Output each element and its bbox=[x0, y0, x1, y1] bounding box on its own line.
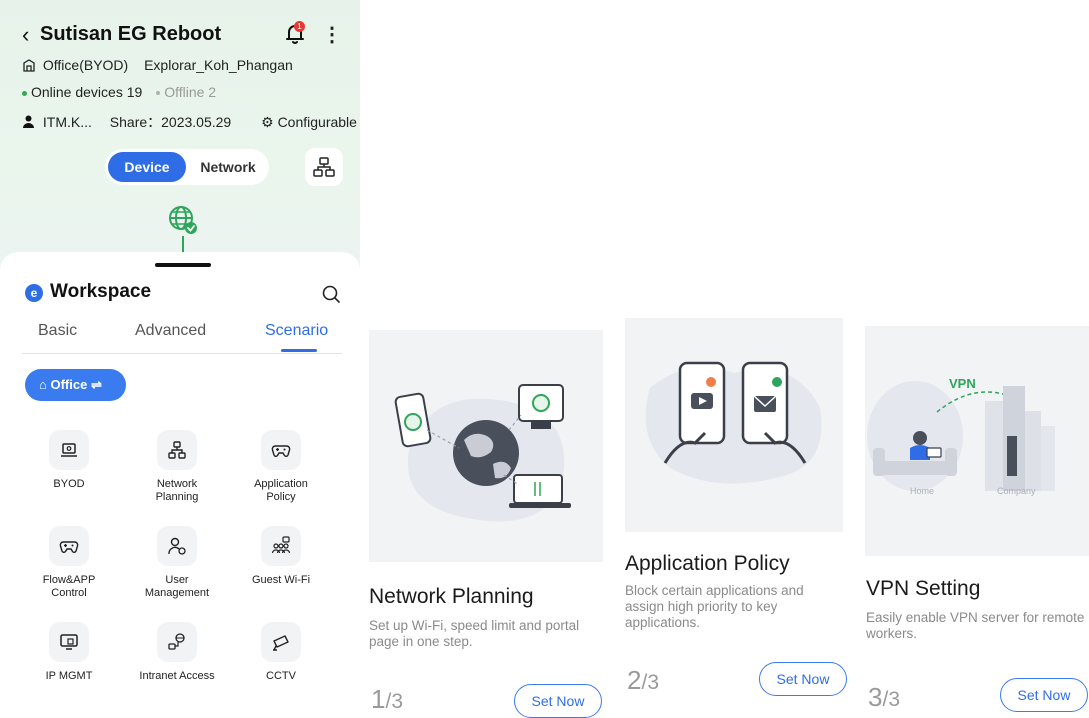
owner-name: ITM.K... bbox=[42, 114, 92, 130]
topology-icon bbox=[157, 430, 197, 470]
view-toggle: Device Network bbox=[105, 149, 269, 185]
company-label: Company bbox=[997, 486, 1036, 496]
share-date: Share：2023.05.29 bbox=[109, 114, 232, 130]
back-icon[interactable]: ‹ bbox=[22, 24, 29, 46]
card-description: Block certain applications and assign hi… bbox=[625, 583, 804, 630]
topology-button[interactable] bbox=[305, 148, 343, 186]
title-bar: ‹ Sutisan EG Reboot 1 ⋮ bbox=[22, 21, 342, 48]
workspace-title: Workspace bbox=[50, 281, 152, 302]
card-title: Network Planning bbox=[369, 585, 534, 608]
vpn-label: VPN bbox=[949, 376, 976, 391]
feature-flow-app-control[interactable]: Flow&APP Control bbox=[19, 526, 119, 600]
feature-label: BYOD bbox=[53, 478, 85, 490]
feature-label: CCTV bbox=[266, 670, 296, 682]
feature-ip-mgmt[interactable]: IP MGMT bbox=[19, 622, 119, 683]
network-info-row: Office(BYOD) Explorar_Koh_Phangan bbox=[22, 57, 293, 73]
vpn-illustration: VPN Home Company bbox=[865, 326, 1089, 556]
topology-icon bbox=[313, 157, 335, 177]
tab-basic[interactable]: Basic bbox=[38, 322, 77, 340]
laptop-icon bbox=[49, 430, 89, 470]
feature-label: Guest Wi-Fi bbox=[251, 574, 311, 586]
page-indicator: 2/3 bbox=[627, 665, 659, 695]
active-tab-indicator bbox=[281, 349, 317, 352]
network-planning-illustration bbox=[369, 330, 603, 562]
feature-intranet-access[interactable]: Intranet Access bbox=[127, 622, 227, 683]
workspace-sheet: e Workspace Basic Advanced Scenario ⌂ Of… bbox=[0, 252, 360, 718]
feature-guest-wifi[interactable]: Guest Wi-Fi bbox=[231, 526, 331, 587]
ssid-name: Explorar_Koh_Phangan bbox=[144, 57, 293, 73]
online-dot-icon bbox=[22, 90, 27, 96]
set-now-button[interactable]: Set Now bbox=[759, 662, 847, 696]
building-icon bbox=[23, 59, 35, 72]
camera-icon bbox=[261, 622, 301, 662]
home-label: Home bbox=[910, 486, 934, 496]
card-title: Application Policy bbox=[625, 552, 790, 575]
page-indicator: 3/3 bbox=[868, 682, 900, 712]
topology-link bbox=[182, 236, 184, 252]
building-icon: ⌂ bbox=[39, 377, 47, 392]
feature-user-management[interactable]: User Management bbox=[127, 526, 227, 600]
user-icon bbox=[23, 115, 34, 128]
card-description: Easily enable VPN server for remote work… bbox=[866, 610, 1085, 641]
feature-byod[interactable]: BYOD bbox=[19, 430, 119, 491]
feature-network-planning[interactable]: Network Planning bbox=[127, 430, 227, 504]
monitor-icon bbox=[49, 622, 89, 662]
feature-label: Application Policy bbox=[254, 478, 308, 503]
application-policy-illustration bbox=[625, 318, 843, 532]
tab-device[interactable]: Device bbox=[108, 152, 186, 182]
drag-handle[interactable] bbox=[155, 263, 211, 267]
card-description: Set up Wi-Fi, speed limit and portal pag… bbox=[369, 618, 580, 649]
page-indicator: 1/3 bbox=[371, 684, 403, 714]
network-scenario: Office(BYOD) bbox=[42, 57, 129, 73]
tab-network[interactable]: Network bbox=[193, 152, 263, 182]
feature-label: Flow&APP Control bbox=[42, 574, 96, 599]
feature-label: Network Planning bbox=[155, 478, 199, 503]
feature-label: Intranet Access bbox=[139, 670, 215, 682]
set-now-button[interactable]: Set Now bbox=[514, 684, 602, 718]
user-settings-icon bbox=[157, 526, 197, 566]
feature-label: User Management bbox=[144, 574, 210, 599]
workspace-tabs: Basic Advanced Scenario bbox=[22, 322, 342, 354]
online-devices: Online devices 19 bbox=[31, 84, 143, 100]
gear-icon: ⚙ bbox=[261, 114, 274, 130]
card-title: VPN Setting bbox=[866, 577, 981, 600]
feature-label: IP MGMT bbox=[45, 670, 93, 682]
feature-cctv[interactable]: CCTV bbox=[231, 622, 331, 683]
gamepad-icon bbox=[261, 430, 301, 470]
offline-devices: Offline 2 bbox=[164, 84, 217, 100]
scenario-switch-button[interactable]: ⌂ Office ⇌ bbox=[25, 369, 126, 401]
gamepad-icon bbox=[49, 526, 89, 566]
configurable-link[interactable]: ⚙ Configurable bbox=[261, 114, 357, 130]
page-title: Sutisan EG Reboot bbox=[40, 23, 222, 45]
offline-dot-icon bbox=[156, 91, 161, 96]
app-screen: ‹ Sutisan EG Reboot 1 ⋮ Office(BYOD) Exp… bbox=[0, 0, 360, 718]
workspace-logo-icon: e bbox=[25, 284, 43, 302]
feature-application-policy[interactable]: Application Policy bbox=[231, 430, 331, 504]
more-options-icon[interactable]: ⋮ bbox=[322, 22, 342, 46]
search-icon[interactable] bbox=[320, 283, 342, 305]
internet-globe-icon[interactable] bbox=[166, 203, 200, 237]
tab-scenario[interactable]: Scenario bbox=[265, 322, 328, 340]
switch-icon: ⇌ bbox=[90, 377, 102, 392]
notification-bell-icon[interactable]: 1 bbox=[284, 21, 306, 46]
set-now-button[interactable]: Set Now bbox=[1000, 678, 1088, 712]
owner-row: ITM.K... Share：2023.05.29 ⚙ Configurable bbox=[22, 112, 357, 132]
notification-badge: 1 bbox=[294, 21, 305, 32]
users-group-icon bbox=[261, 526, 301, 566]
tab-advanced[interactable]: Advanced bbox=[135, 322, 206, 340]
device-status-row: Online devices 19 Offline 2 bbox=[22, 84, 216, 100]
intranet-icon bbox=[157, 622, 197, 662]
